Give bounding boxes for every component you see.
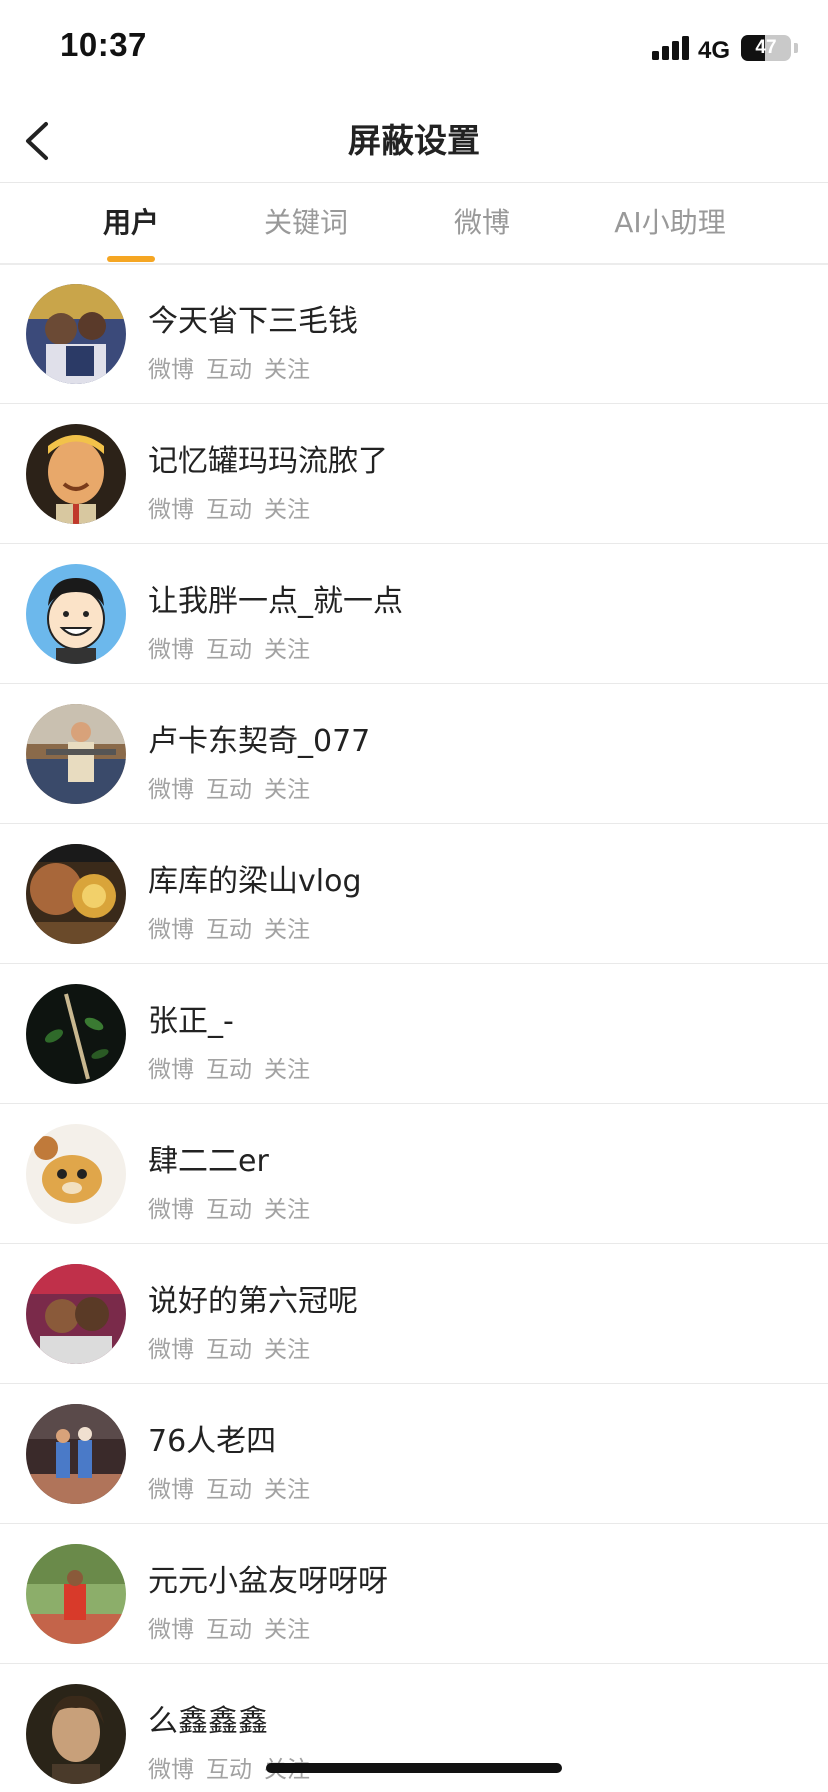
list-item[interactable]: 让我胖一点_就一点 微博 互动 关注 [0,544,828,684]
user-actions: 微博互动关注 [148,1470,322,1503]
block-weibo-option[interactable]: 微博 [148,1050,194,1084]
tab-users[interactable]: 用户 [81,183,181,263]
list-item[interactable]: 元元小盆友呀呀呀 微博 互动 关注 [0,1524,828,1664]
user-name: 元元小盆友呀呀呀 [148,1564,388,1599]
avatar[interactable] [26,564,126,664]
block-interaction-option[interactable]: 互动 [206,1330,252,1364]
block-interaction-option[interactable]: 互动 [206,1610,252,1644]
status-bar: 10:37 4G 47 [0,0,828,100]
network-type: 4G [698,37,731,64]
user-name: 卢卡东契奇_077 [148,724,371,759]
user-name: 76人老四 [148,1424,277,1459]
block-weibo-option[interactable]: 微博 [148,1470,194,1504]
block-follow-option[interactable]: 关注 [264,770,310,804]
user-actions: 微博互动关注 [148,1190,322,1223]
chevron-left-icon [26,122,48,160]
block-weibo-option[interactable]: 微博 [148,630,194,664]
user-name: 肆二二er [148,1144,269,1179]
block-weibo-option[interactable]: 微博 [148,490,194,524]
avatar[interactable] [26,1264,126,1364]
user-actions: 微博互动关注 [148,1330,322,1363]
home-indicator[interactable] [266,1763,562,1773]
tab-ai-assistant[interactable]: AI小助理 [600,183,740,263]
avatar[interactable] [26,424,126,524]
user-name: 张正_- [148,1004,234,1039]
block-follow-option[interactable]: 关注 [264,1610,310,1644]
active-tab-indicator [107,256,155,262]
block-follow-option[interactable]: 关注 [264,1470,310,1504]
block-follow-option[interactable]: 关注 [264,910,310,944]
user-name: 么鑫鑫鑫 [148,1704,268,1739]
back-button[interactable] [14,112,64,170]
list-item[interactable]: 库库的梁山vlog 微博 互动 关注 [0,824,828,964]
block-interaction-option[interactable]: 互动 [206,1190,252,1224]
user-name: 库库的梁山vlog [148,864,362,899]
tab-bar: 用户 关键词 微博 AI小助理 [0,183,828,263]
user-name: 今天省下三毛钱 [148,304,358,339]
tab-keywords[interactable]: 关键词 [246,183,366,263]
block-interaction-option[interactable]: 互动 [206,1050,252,1084]
user-actions: 微博互动关注 [148,490,322,523]
battery-percent: 47 [755,37,777,58]
block-follow-option[interactable]: 关注 [264,1330,310,1364]
block-weibo-option[interactable]: 微博 [148,1750,194,1784]
avatar[interactable] [26,1684,126,1784]
block-follow-option[interactable]: 关注 [264,1190,310,1224]
nav-bar: 屏蔽设置 [0,100,828,182]
user-actions: 微博互动关注 [148,630,322,663]
block-interaction-option[interactable]: 互动 [206,1470,252,1504]
block-weibo-option[interactable]: 微博 [148,1190,194,1224]
avatar[interactable] [26,704,126,804]
block-weibo-option[interactable]: 微博 [148,770,194,804]
status-time: 10:37 [60,26,147,63]
block-weibo-option[interactable]: 微博 [148,350,194,384]
battery-icon: 47 [741,35,791,61]
user-actions: 微博互动关注 [148,350,322,383]
block-weibo-option[interactable]: 微博 [148,1610,194,1644]
cellular-signal-icon [652,36,690,60]
battery-tip [794,43,798,53]
block-interaction-option[interactable]: 互动 [206,490,252,524]
avatar[interactable] [26,984,126,1084]
block-follow-option[interactable]: 关注 [264,1050,310,1084]
user-name: 说好的第六冠呢 [148,1284,358,1319]
list-item[interactable]: 记忆罐玛玛流脓了 微博 互动 关注 [0,404,828,544]
tab-weibo[interactable]: 微博 [432,183,532,263]
user-name: 让我胖一点_就一点 [148,584,403,619]
user-actions: 微博互动关注 [148,1610,322,1643]
block-follow-option[interactable]: 关注 [264,490,310,524]
avatar[interactable] [26,1124,126,1224]
user-actions: 微博互动关注 [148,1050,322,1083]
list-item[interactable]: 今天省下三毛钱 微博 互动 关注 [0,264,828,404]
page-title: 屏蔽设置 [348,121,480,160]
list-item[interactable]: 张正_- 微博 互动 关注 [0,964,828,1104]
blocked-user-list: 今天省下三毛钱 微博 互动 关注 记忆罐玛玛流脓了 微博 互动 关注 让我胖一点_就一点… [0,264,828,1792]
block-interaction-option[interactable]: 互动 [206,770,252,804]
block-follow-option[interactable]: 关注 [264,630,310,664]
user-actions: 微博互动关注 [148,770,322,803]
avatar[interactable] [26,284,126,384]
avatar[interactable] [26,1404,126,1504]
block-interaction-option[interactable]: 互动 [206,630,252,664]
list-item[interactable]: 卢卡东契奇_077 微博 互动 关注 [0,684,828,824]
avatar[interactable] [26,1544,126,1644]
block-interaction-option[interactable]: 互动 [206,1750,252,1784]
avatar[interactable] [26,844,126,944]
block-interaction-option[interactable]: 互动 [206,910,252,944]
list-item[interactable]: 76人老四 微博 互动 关注 [0,1384,828,1524]
user-actions: 微博互动关注 [148,910,322,943]
block-follow-option[interactable]: 关注 [264,350,310,384]
user-name: 记忆罐玛玛流脓了 [148,444,388,479]
list-item[interactable]: 说好的第六冠呢 微博 互动 关注 [0,1244,828,1384]
screen: 10:37 4G 47 屏蔽设置 用户 关键词 微博 AI小助理 今天省下三毛钱… [0,0,828,1792]
list-item[interactable]: 肆二二er 微博 互动 关注 [0,1104,828,1244]
block-weibo-option[interactable]: 微博 [148,910,194,944]
block-weibo-option[interactable]: 微博 [148,1330,194,1364]
block-interaction-option[interactable]: 互动 [206,350,252,384]
